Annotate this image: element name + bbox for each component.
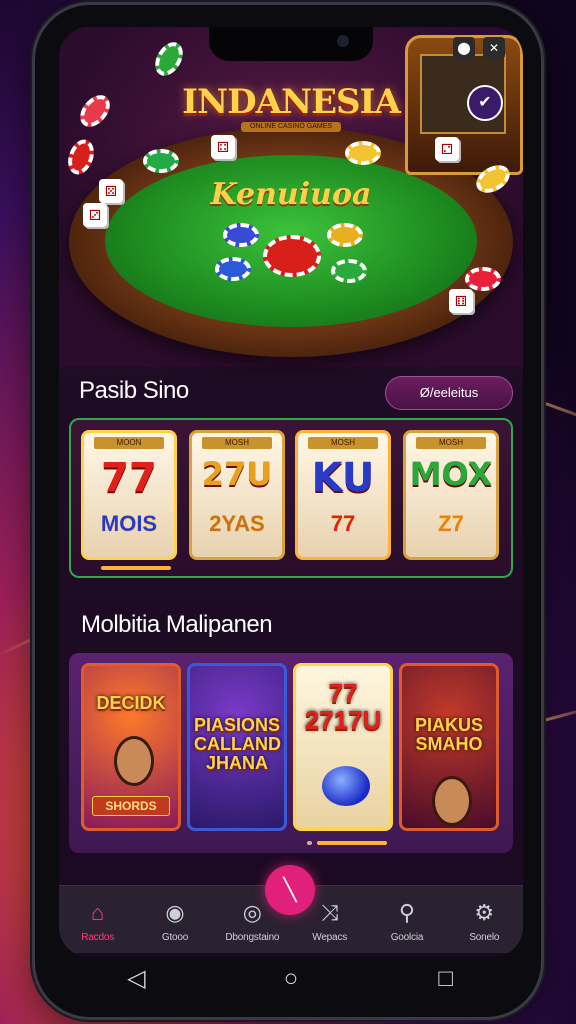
home-button-icon[interactable]: ○ — [276, 964, 306, 994]
arrows-icon: ⤨ — [320, 900, 339, 925]
target-icon: ◉ — [165, 900, 185, 925]
signal-icon: ⬤ — [453, 37, 475, 59]
status-bar: ⬤ ✕ — [453, 37, 505, 59]
view-all-button[interactable]: Ø/eeleitus — [385, 376, 513, 410]
play-fab[interactable]: ╲ — [265, 865, 315, 915]
chip-icon — [263, 235, 321, 277]
chip-icon — [223, 223, 259, 247]
chip-icon — [63, 135, 99, 179]
chip-icon — [465, 267, 501, 291]
home-icon: ⌂ — [91, 900, 105, 925]
chip-icon — [345, 141, 381, 165]
die-icon: ⚁ — [435, 137, 459, 161]
game-card[interactable]: PIASIONS CALLAND JHANA — [187, 663, 287, 831]
recents-icon[interactable]: □ — [431, 964, 461, 994]
nav-item-settings[interactable]: ⚙ Sonelo — [446, 886, 523, 953]
brand-tagline: ONLINE CASINO GAMES — [241, 122, 341, 132]
character-illustration — [114, 736, 154, 786]
close-icon[interactable]: ✕ — [483, 37, 505, 59]
game-card[interactable]: 77 2717U — [293, 663, 393, 831]
hero-banner[interactable]: ✔ INDANESIA ONLINE CASINO GAMES Kenuiuoa… — [59, 27, 523, 367]
search-icon: ⚲ — [398, 900, 416, 925]
felt-logo: Kenuiuoa — [210, 177, 372, 212]
die-icon: ⚂ — [83, 203, 107, 227]
slots-carousel[interactable]: MOON 77 MOIS MOSH 27U 2YAS MOSH KU 77 MO… — [69, 418, 513, 578]
carousel-indicator — [317, 841, 387, 845]
game-card[interactable]: DECIDK SHORDS — [81, 663, 181, 831]
system-nav-bar: ◁ ○ □ — [59, 949, 523, 1009]
chip-icon — [149, 37, 189, 81]
slot-card[interactable]: MOSH KU 77 — [295, 430, 391, 560]
section-title-slots: Pasib Sino — [79, 377, 189, 404]
nav-item-home[interactable]: ⌂ Racdos — [59, 886, 136, 953]
chip-icon — [331, 259, 367, 283]
chip-icon — [327, 223, 363, 247]
carousel-dot — [307, 841, 312, 845]
die-icon: ⚃ — [211, 135, 235, 159]
slot-card[interactable]: MOSH 27U 2YAS — [189, 430, 285, 560]
gear-icon: ⚙ — [474, 900, 495, 925]
character-illustration — [432, 776, 472, 826]
section-title-games: Molbitia Malipanen — [81, 611, 273, 638]
notch — [209, 27, 373, 61]
shield-icon[interactable]: ✔ — [467, 85, 503, 121]
game-card[interactable]: PIAKUS SMAHO — [399, 663, 499, 831]
screen: ⬤ ✕ ✔ INDANESIA ONLINE CASINO GAMES Kenu… — [59, 27, 523, 957]
die-icon: ⚅ — [449, 289, 473, 313]
brand-title: INDANESIA — [182, 82, 401, 122]
back-icon[interactable]: ◁ — [121, 964, 151, 994]
camera-icon — [337, 35, 349, 47]
chip-icon — [143, 149, 179, 173]
phone-frame: ⬤ ✕ ✔ INDANESIA ONLINE CASINO GAMES Kenu… — [32, 2, 544, 1020]
games-carousel[interactable]: DECIDK SHORDS PIASIONS CALLAND JHANA 77 … — [69, 653, 513, 853]
die-icon: ⚄ — [99, 179, 123, 203]
gem-icon — [322, 766, 370, 806]
nav-item-search[interactable]: ⚲ Goolcia — [368, 886, 445, 953]
nav-item-games[interactable]: ◉ Gtooo — [136, 886, 213, 953]
brand-logo: INDANESIA ONLINE CASINO GAMES — [59, 82, 523, 132]
compass-icon: ◎ — [242, 900, 262, 925]
slot-card[interactable]: MOON 77 MOIS — [81, 430, 177, 560]
carousel-indicator — [101, 566, 171, 570]
chip-icon — [215, 257, 251, 281]
slot-card[interactable]: MOSH MOX Z7 — [403, 430, 499, 560]
